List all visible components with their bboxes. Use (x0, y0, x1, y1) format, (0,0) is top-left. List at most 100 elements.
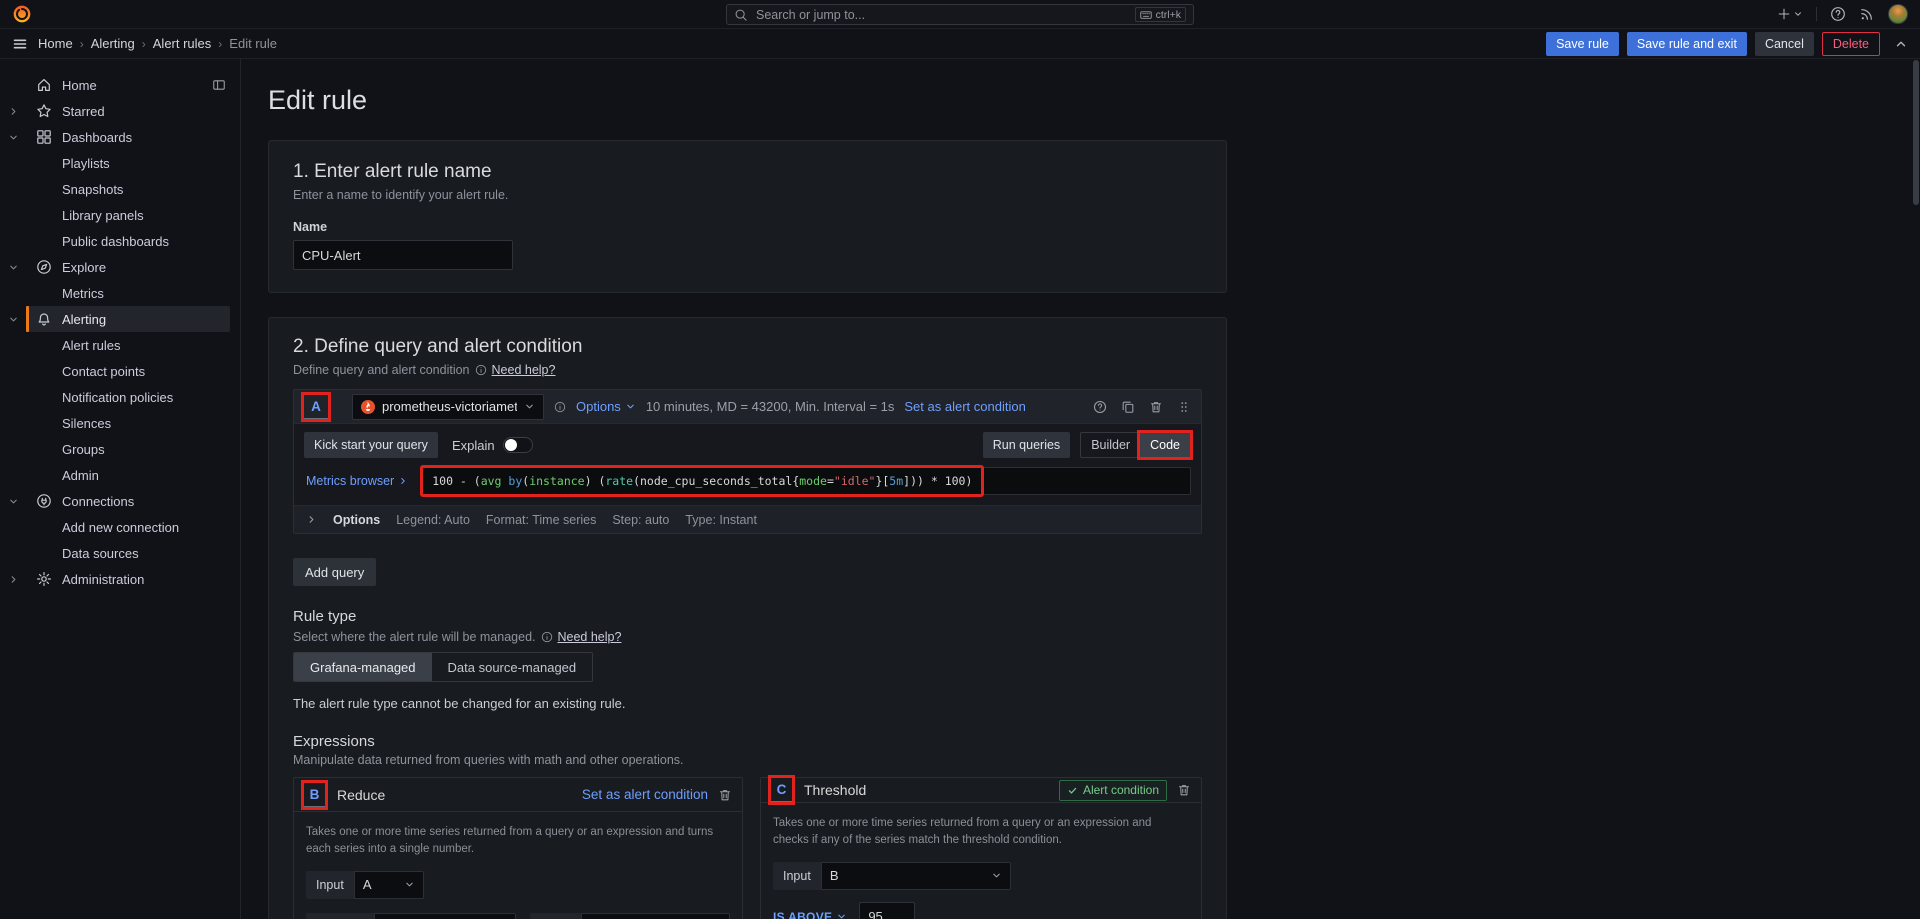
chevron-down-icon[interactable] (0, 132, 26, 143)
delete-expression-icon[interactable] (718, 788, 732, 802)
sidebar-item-notification-policies[interactable]: Notification policies (0, 384, 240, 410)
drag-handle-icon[interactable] (1177, 400, 1191, 414)
function-select[interactable]: Mean (374, 913, 516, 919)
step-option: Step: auto (612, 513, 669, 527)
sidebar-item-label: Metrics (62, 286, 104, 301)
section-define-query: 2. Define query and alert condition Defi… (268, 317, 1227, 919)
threshold-description: Takes one or more time series returned f… (773, 815, 1189, 850)
grafana-managed-option[interactable]: Grafana-managed (294, 653, 432, 681)
query-options-toggle[interactable]: Options (576, 399, 636, 414)
sidebar-item-snapshots[interactable]: Snapshots (0, 176, 240, 202)
sidebar-item-public-dashboards[interactable]: Public dashboards (0, 228, 240, 254)
sidebar-item-alert-rules[interactable]: Alert rules (0, 332, 240, 358)
set-alert-condition-link[interactable]: Set as alert condition (904, 399, 1025, 414)
threshold-value-input[interactable] (859, 902, 915, 919)
condition-select[interactable]: IS ABOVE (773, 910, 847, 919)
query-annotation-box: 100 - (avg by(instance) (rate(node_cpu_s… (420, 465, 984, 497)
breadcrumb-item[interactable]: Alert rules (153, 36, 212, 51)
query-meta: 10 minutes, MD = 43200, Min. Interval = … (646, 399, 895, 414)
sidebar-item-home[interactable]: Home (0, 72, 240, 98)
breadcrumb-item[interactable]: Alerting (91, 36, 135, 51)
query-help-icon[interactable] (1093, 400, 1107, 414)
sidebar-item-groups[interactable]: Groups (0, 436, 240, 462)
threshold-ref-badge[interactable]: C (771, 778, 792, 802)
sidebar-item-explore[interactable]: Explore (0, 254, 240, 280)
search-input[interactable] (754, 7, 1129, 23)
new-menu-button[interactable] (1777, 7, 1803, 21)
query-ref-badge[interactable]: A (304, 395, 328, 419)
delete-expression-icon[interactable] (1177, 783, 1191, 797)
section1-description: Enter a name to identify your alert rule… (293, 188, 1202, 202)
sidebar-item-library-panels[interactable]: Library panels (0, 202, 240, 228)
code-mode-button[interactable]: Code (1140, 433, 1190, 457)
chevron-right-icon[interactable] (0, 574, 26, 585)
rule-name-input[interactable] (293, 240, 513, 270)
run-queries-button[interactable]: Run queries (983, 432, 1070, 458)
sidebar-item-label: Alerting (62, 312, 106, 327)
threshold-input-select[interactable]: B (821, 862, 1011, 890)
add-query-button[interactable]: Add query (293, 558, 376, 586)
sidebar-item-silences[interactable]: Silences (0, 410, 240, 436)
metrics-browser-toggle[interactable]: Metrics browser (304, 474, 408, 488)
sidebar-item-label: Add new connection (62, 520, 179, 535)
sidebar-item-add-new-connection[interactable]: Add new connection (0, 514, 240, 540)
scrollbar-thumb[interactable] (1913, 60, 1919, 205)
sidebar-item-label: Data sources (62, 546, 139, 561)
help-button[interactable] (1830, 6, 1846, 22)
chevron-down-icon[interactable] (0, 314, 26, 325)
sidebar-item-label: Groups (62, 442, 105, 457)
sidebar-item-starred[interactable]: Starred (0, 98, 240, 124)
save-rule-button[interactable]: Save rule (1546, 32, 1619, 56)
grafana-logo-icon[interactable] (12, 4, 32, 24)
sidebar-item-label: Library panels (62, 208, 144, 223)
prometheus-icon (361, 400, 375, 414)
delete-query-icon[interactable] (1149, 400, 1163, 414)
sidebar-item-data-sources[interactable]: Data sources (0, 540, 240, 566)
bell-icon (36, 311, 52, 327)
sidebar-item-alerting[interactable]: Alerting (0, 306, 240, 332)
sidebar-item-metrics[interactable]: Metrics (0, 280, 240, 306)
chevron-right-icon[interactable] (0, 106, 26, 117)
need-help-link[interactable]: Need help? (558, 630, 622, 644)
section-alert-rule-name: 1. Enter alert rule name Enter a name to… (268, 140, 1227, 293)
sidebar-item-label: Administration (62, 572, 144, 587)
save-rule-and-exit-button[interactable]: Save rule and exit (1627, 32, 1747, 56)
user-avatar[interactable] (1888, 4, 1908, 24)
kick-start-query-button[interactable]: Kick start your query (304, 432, 438, 458)
sidebar-item-connections[interactable]: Connections (0, 488, 240, 514)
delete-button[interactable]: Delete (1822, 32, 1880, 56)
builder-mode-button[interactable]: Builder (1081, 433, 1140, 457)
news-icon[interactable] (1859, 6, 1875, 22)
duplicate-query-icon[interactable] (1121, 400, 1135, 414)
chevron-down-icon[interactable] (0, 262, 26, 273)
sidebar-item-label: Connections (62, 494, 134, 509)
reduce-input-select[interactable]: A (354, 871, 424, 899)
set-alert-condition-link[interactable]: Set as alert condition (582, 787, 708, 802)
sidebar-item-dashboards[interactable]: Dashboards (0, 124, 240, 150)
breadcrumb-item[interactable]: Home (38, 36, 73, 51)
sidebar-item-contact-points[interactable]: Contact points (0, 358, 240, 384)
datasource-picker[interactable]: prometheus-victoriametrics (352, 394, 544, 420)
search-box[interactable]: ctrl+k (726, 4, 1194, 25)
editor-mode-switch: Builder Code (1080, 432, 1191, 458)
cancel-button[interactable]: Cancel (1755, 32, 1814, 56)
data-source-managed-option[interactable]: Data source-managed (432, 653, 593, 681)
mode-label: Mode (530, 913, 581, 919)
sidebar-item-admin[interactable]: Admin (0, 462, 240, 488)
input-label: Input (306, 871, 354, 899)
mode-select[interactable]: Strict (581, 913, 730, 919)
menu-toggle-icon[interactable] (12, 36, 28, 52)
sidebar-item-playlists[interactable]: Playlists (0, 150, 240, 176)
query-expression-input[interactable]: 100 - (avg by(instance) (rate(node_cpu_s… (420, 467, 1191, 495)
need-help-link[interactable]: Need help? (492, 363, 556, 377)
query-header: A prometheus-victoriametrics (294, 390, 1201, 424)
chevron-down-icon[interactable] (0, 496, 26, 507)
dock-menu-icon[interactable] (212, 78, 226, 92)
query-options-row[interactable]: Options Legend: Auto Format: Time series… (294, 505, 1201, 533)
reduce-ref-badge[interactable]: B (304, 783, 325, 807)
explain-toggle[interactable] (503, 437, 533, 453)
input-label: Input (773, 862, 821, 890)
collapse-toolbar-icon[interactable] (1894, 37, 1908, 51)
query-expression: 100 - (avg by(instance) (rate(node_cpu_s… (432, 474, 972, 488)
sidebar-item-administration[interactable]: Administration (0, 566, 240, 592)
